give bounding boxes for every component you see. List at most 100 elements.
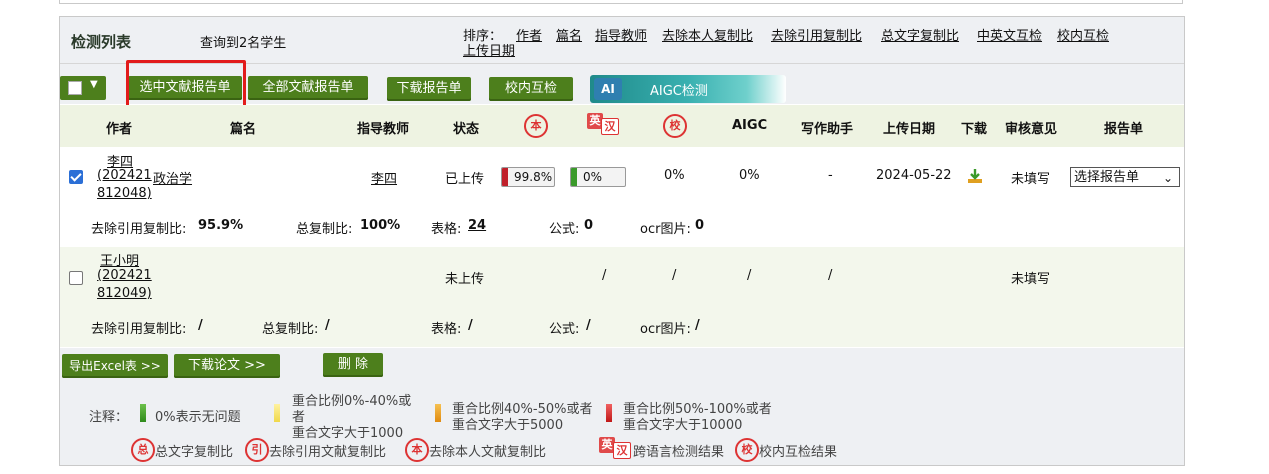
row-checkbox[interactable] [69, 271, 83, 285]
author-id-link-2[interactable]: 812049) [97, 286, 152, 301]
detail-formula-label: 公式: [549, 322, 580, 337]
report-select-value: 选择报告单 [1074, 170, 1140, 185]
col-author: 作者 [106, 122, 133, 137]
detail-ocr-value: / [695, 318, 700, 333]
campus-value: / [747, 268, 752, 283]
top-rule [59, 0, 1183, 4]
table-header: 作者 篇名 指导教师 状态 本 英 汉 校 AIGC 写作助手 上传日期 下载 … [60, 105, 1184, 147]
cross-lang-icon: 英 汉 [587, 113, 619, 135]
author-name-link[interactable]: 王小明 [100, 250, 139, 269]
list-header: 检测列表 查询到2名学生 排序： 作者 篇名 指导教师 去除本人复制比 去除引用… [60, 17, 1184, 64]
col-advisor: 指导教师 [357, 122, 410, 137]
self-ratio-legend-icon: 本 [405, 438, 429, 462]
legend-green-bar [140, 404, 146, 422]
report-select[interactable]: 选择报告单 ⌄ [1070, 167, 1180, 187]
upload-date: 2024-05-22 [876, 168, 952, 183]
legend-yellow-text-3: 重合文字大于1000 [292, 426, 404, 441]
sort-cross-lang[interactable]: 中英文互检 [977, 25, 1042, 44]
cross-lang-legend-icon: 英 汉 [599, 437, 631, 459]
detail-ocr-value: 0 [695, 218, 705, 233]
advisor-link[interactable]: 李四 [371, 168, 397, 187]
detail-table-value: / [468, 318, 473, 333]
select-all-dropdown[interactable]: ▼ [60, 76, 106, 100]
detail-total-label: 总复制比: [296, 222, 353, 237]
highlight-box [126, 60, 246, 109]
download-report-button[interactable]: 下载报告单 [387, 77, 471, 101]
aigc-value: 0% [739, 168, 760, 183]
sort-cite-ratio[interactable]: 去除引用复制比 [771, 25, 862, 44]
download-paper-button[interactable]: 下载论文 >> [174, 354, 280, 378]
page-title: 检测列表 [71, 33, 132, 51]
col-writing-assistant: 写作助手 [801, 122, 854, 137]
aigc-check-label: AIGC检测 [650, 84, 708, 99]
detail-cite-value: / [198, 318, 203, 333]
legend-yellow-text-1: 重合比例0%-40%或 [292, 394, 412, 409]
legend-green-text: 0%表示无问题 [155, 410, 241, 425]
sort-title[interactable]: 篇名 [556, 25, 582, 44]
sort-campus[interactable]: 校内互检 [1057, 25, 1109, 44]
legend-yellow-bar [274, 404, 280, 422]
col-aigc: AIGC [732, 118, 768, 133]
col-title: 篇名 [230, 122, 257, 137]
sort-author[interactable]: 作者 [516, 25, 542, 44]
aigc-logo-icon: AI [594, 78, 622, 100]
paper-title-link[interactable]: 政治学 [153, 168, 192, 187]
total-ratio-icon: 总 [131, 438, 155, 462]
cross-lang-label: 跨语言检测结果 [633, 445, 725, 460]
cite-ratio-label: 去除引用文献复制比 [269, 445, 387, 460]
col-status: 状态 [453, 122, 480, 137]
campus-value: 0% [664, 168, 685, 183]
detail-total-label: 总复制比: [262, 322, 319, 337]
detail-ocr-label: ocr图片: [640, 222, 691, 237]
chevron-down-icon[interactable]: ▼ [90, 79, 98, 90]
col-upload-date: 上传日期 [883, 122, 936, 137]
col-download: 下载 [961, 122, 988, 137]
download-icon[interactable] [967, 168, 983, 184]
result-count: 查询到2名学生 [200, 36, 287, 51]
col-report: 报告单 [1104, 122, 1144, 137]
all-report-button[interactable]: 全部文献报告单 [248, 76, 368, 100]
sort-self-ratio[interactable]: 去除本人复制比 [662, 25, 753, 44]
legend-orange-bar [435, 404, 441, 422]
row-checkbox[interactable] [69, 170, 83, 184]
campus-icon: 校 [663, 114, 687, 138]
status-text: 未上传 [445, 272, 485, 287]
self-ratio-bar[interactable]: 99.8% [501, 167, 555, 187]
sort-total-ratio[interactable]: 总文字复制比 [881, 25, 959, 44]
detail-total-value: 100% [360, 218, 401, 233]
col-review: 审核意见 [1005, 122, 1058, 137]
detail-formula-value: / [586, 318, 591, 333]
table-row: 李四 (202421 812048) 政治学 李四 已上传 99.8% 0% 0… [60, 148, 1184, 247]
sort-upload-date[interactable]: 上传日期 [463, 40, 515, 59]
writing-assistant-value: - [828, 168, 833, 183]
campus-legend-icon: 校 [735, 438, 759, 462]
self-ratio-icon: 本 [524, 114, 548, 138]
author-id-link[interactable]: (202421 [97, 268, 152, 283]
cross-lang-bar[interactable]: 0% [570, 167, 626, 187]
detail-table-link[interactable]: 24 [468, 218, 486, 233]
export-excel-button[interactable]: 导出Excel表 >> [62, 354, 168, 378]
sort-advisor[interactable]: 指导教师 [595, 25, 647, 44]
total-ratio-label: 总文字复制比 [155, 445, 234, 460]
detail-ocr-label: ocr图片: [640, 322, 691, 337]
select-all-checkbox[interactable] [68, 81, 82, 95]
footer: 导出Excel表 >> 下载论文 >> 删 除 注释： 0%表示无问题 重合比例… [60, 348, 1184, 465]
campus-check-button[interactable]: 校内互检 [489, 77, 573, 101]
legend-red-bar [606, 404, 612, 422]
delete-button[interactable]: 删 除 [323, 353, 383, 377]
author-id-link-2[interactable]: 812048) [97, 186, 152, 201]
aigc-check-button[interactable]: AI AIGC检测 [590, 75, 786, 103]
chevron-down-icon: ⌄ [1162, 171, 1173, 185]
review-text: 未填写 [1011, 172, 1051, 187]
cross-lang-value: 0% [583, 170, 603, 184]
detail-cite-value: 95.9% [198, 218, 244, 233]
detection-list-panel: 检测列表 查询到2名学生 排序： 作者 篇名 指导教师 去除本人复制比 去除引用… [59, 16, 1185, 466]
self-ratio-value: / [602, 268, 607, 283]
author-id-link[interactable]: (202421 [97, 168, 152, 183]
detail-cite-label: 去除引用复制比: [91, 322, 187, 337]
detail-formula-label: 公式: [549, 222, 580, 237]
campus-label: 校内互检结果 [759, 445, 838, 460]
table-row: 王小明 (202421 812049) 未上传 / / / / 未填写 去除引用… [60, 247, 1184, 347]
detail-table-label: 表格: [431, 322, 462, 337]
detail-total-value: / [325, 318, 330, 333]
